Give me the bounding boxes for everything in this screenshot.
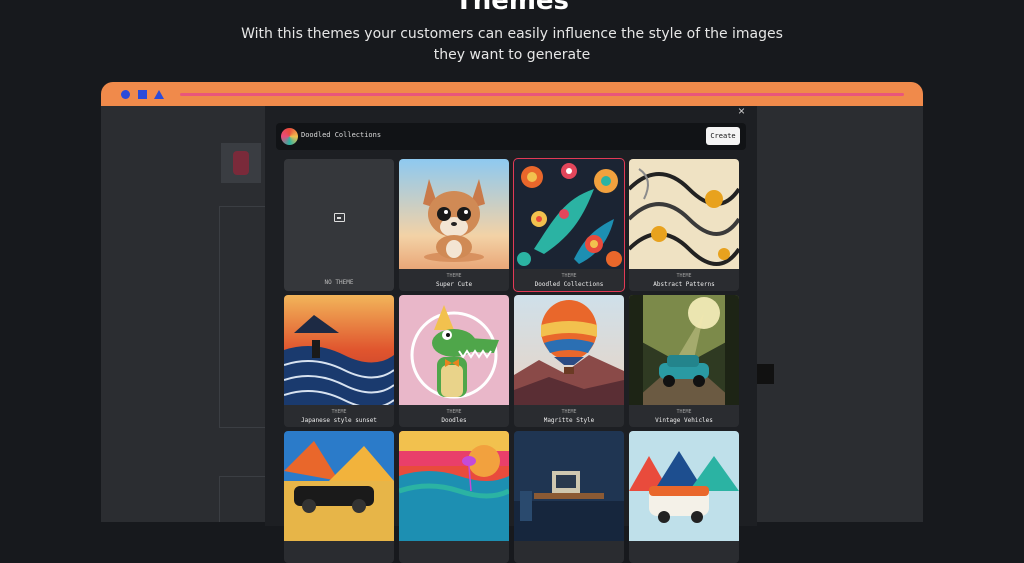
image-icon	[334, 213, 345, 222]
subtitle-line-2: they want to generate	[433, 47, 591, 63]
doodles-thumbnail	[399, 295, 509, 405]
card-footer: THEME Doodled Collections	[514, 269, 624, 291]
background-panel	[219, 206, 271, 428]
theme-card-abstract-patterns[interactable]: THEME Abstract Patterns	[629, 159, 739, 291]
theme-card-row3-3[interactable]	[514, 431, 624, 563]
theme-card-vintage-vehicles[interactable]: THEME Vintage Vehicles	[629, 295, 739, 427]
theme-card-doodles[interactable]: THEME Doodles	[399, 295, 509, 427]
card-footer: THEME Japanese style sunset	[284, 405, 394, 427]
theme-grid: NO THEME THEME Super Cute THEME Doodled …	[284, 158, 740, 563]
theme-card-doodled-collections[interactable]: THEME Doodled Collections	[513, 158, 625, 292]
card-name: Magritte Style	[543, 417, 595, 424]
modal-header: Doodled Collections Create	[276, 123, 746, 150]
selected-theme-title: Doodled Collections	[301, 131, 382, 139]
theme-card-row3-1[interactable]	[284, 431, 394, 563]
theme-card-row3-4[interactable]	[629, 431, 739, 563]
create-button[interactable]: Create	[706, 127, 740, 145]
page-title: Themes	[454, 0, 570, 16]
background-logo	[221, 143, 261, 183]
abstract-patterns-thumbnail	[629, 159, 739, 269]
card-kicker: THEME	[676, 273, 692, 279]
logo-mark-icon	[233, 151, 249, 175]
browser-toolbar	[101, 82, 923, 106]
page-subtitle: With this themes your customers can easi…	[0, 24, 1024, 66]
theme-card-row3-2[interactable]	[399, 431, 509, 563]
card-footer: THEME Super Cute	[399, 269, 509, 291]
desert-car-thumbnail	[284, 431, 394, 541]
card-kicker: THEME	[446, 409, 462, 415]
magritte-style-thumbnail	[514, 295, 624, 405]
card-footer: THEME Doodles	[399, 405, 509, 427]
circle-icon	[121, 90, 130, 99]
card-kicker: THEME	[561, 273, 577, 279]
card-name: Super Cute	[435, 281, 473, 288]
theme-card-super-cute[interactable]: THEME Super Cute	[399, 159, 509, 291]
jellyfish-thumbnail	[399, 431, 509, 541]
card-kicker: THEME	[331, 409, 347, 415]
background-product-card	[219, 476, 271, 522]
close-icon[interactable]: ×	[738, 104, 745, 118]
address-bar[interactable]	[180, 93, 904, 96]
card-kicker: THEME	[561, 409, 577, 415]
theme-card-magritte-style[interactable]: THEME Magritte Style	[514, 295, 624, 427]
card-name: Doodled Collections	[534, 281, 604, 288]
card-name: Vintage Vehicles	[655, 417, 713, 424]
card-kicker: THEME	[446, 273, 462, 279]
card-footer: THEME Vintage Vehicles	[629, 405, 739, 427]
retro-room-thumbnail	[514, 431, 624, 541]
no-theme-label: NO THEME	[324, 279, 354, 286]
card-footer: THEME Abstract Patterns	[629, 269, 739, 291]
vintage-vehicles-thumbnail	[629, 295, 739, 405]
square-icon	[138, 90, 147, 99]
van-thumbnail	[629, 431, 739, 541]
doodled-collections-thumbnail	[514, 159, 624, 269]
card-name: Doodles	[441, 417, 467, 424]
card-kicker: THEME	[676, 409, 692, 415]
subtitle-line-1: With this themes your customers can easi…	[241, 26, 783, 42]
card-name: Abstract Patterns	[653, 281, 715, 288]
super-cute-thumbnail	[399, 159, 509, 269]
triangle-icon	[154, 90, 164, 99]
card-footer: THEME Magritte Style	[514, 405, 624, 427]
theme-card-none[interactable]: NO THEME	[284, 159, 394, 291]
theme-avatar-icon	[281, 128, 298, 145]
background-button	[756, 364, 774, 384]
theme-card-japanese-sunset[interactable]: THEME Japanese style sunset	[284, 295, 394, 427]
card-name: Japanese style sunset	[301, 417, 377, 424]
japanese-sunset-thumbnail	[284, 295, 394, 405]
